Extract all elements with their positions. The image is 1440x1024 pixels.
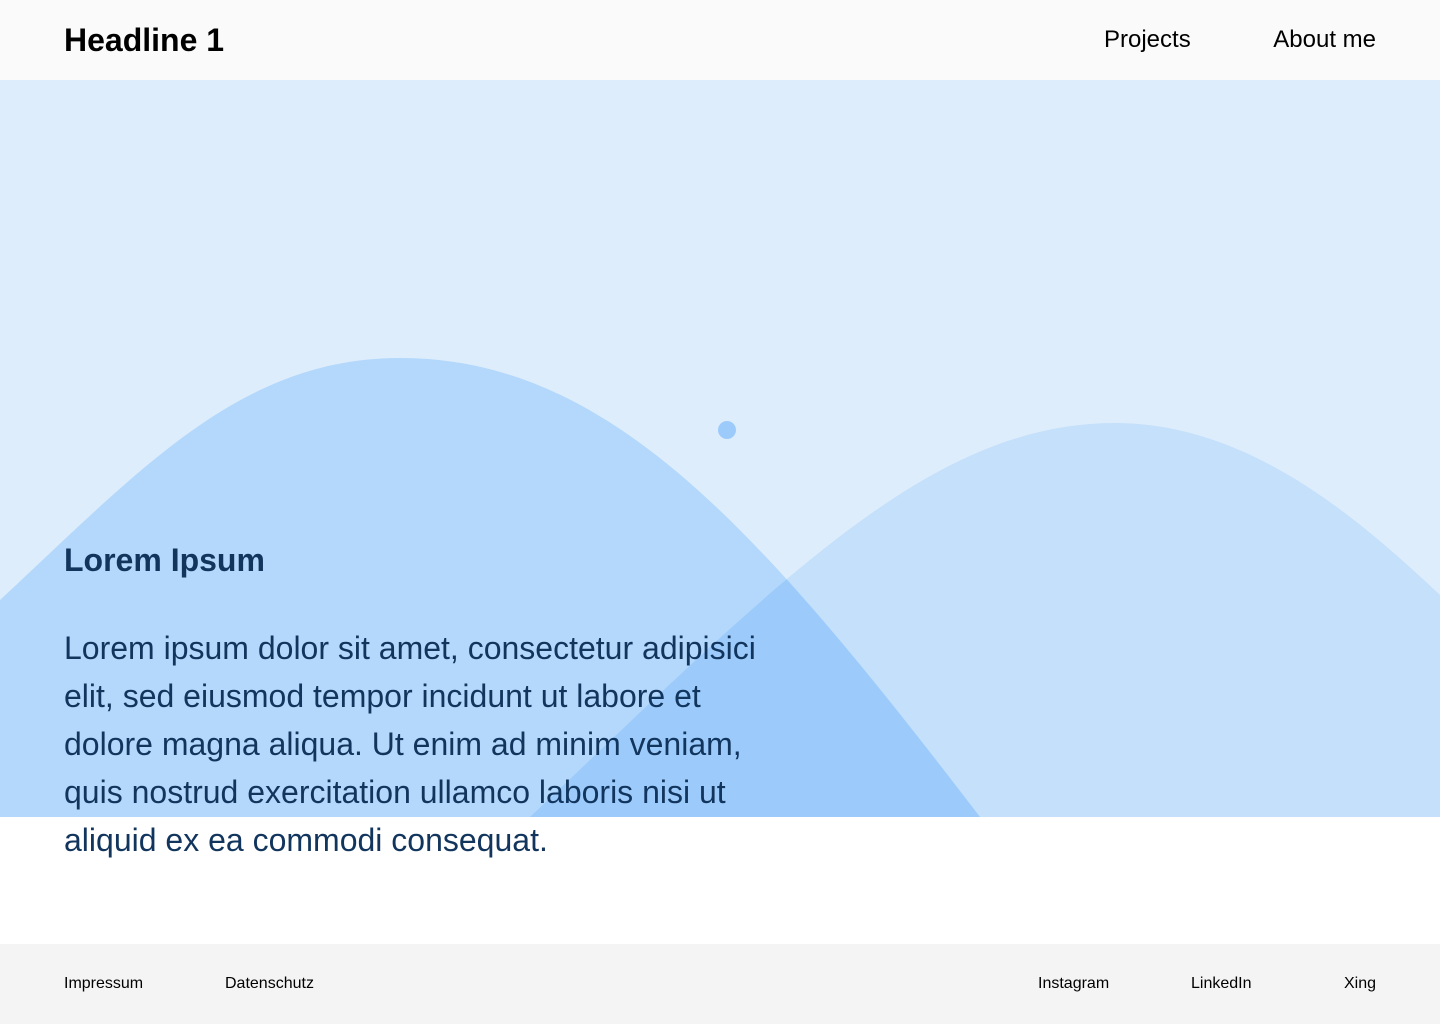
footer-link-datenschutz[interactable]: Datenschutz <box>225 974 314 994</box>
footer-link-xing[interactable]: Xing <box>1344 974 1376 994</box>
footer-link-instagram[interactable]: Instagram <box>1038 974 1109 994</box>
footer-link-linkedin[interactable]: LinkedIn <box>1191 974 1252 994</box>
sun-dot <box>718 421 736 439</box>
landing-page: Headline 1 Projects About me Lorem Ipsum… <box>0 0 1440 1024</box>
site-footer: Impressum Datenschutz Instagram LinkedIn… <box>0 944 1440 1024</box>
site-title: Headline 1 <box>64 22 225 58</box>
footer-link-impressum[interactable]: Impressum <box>64 974 143 994</box>
nav-link-about-me[interactable]: About me <box>1273 24 1376 56</box>
content-heading: Lorem Ipsum <box>64 542 265 578</box>
site-header: Headline 1 Projects About me <box>0 0 1440 80</box>
nav-link-projects[interactable]: Projects <box>1104 24 1191 56</box>
content-body-text: Lorem ipsum dolor sit amet, consectetur … <box>64 630 756 858</box>
